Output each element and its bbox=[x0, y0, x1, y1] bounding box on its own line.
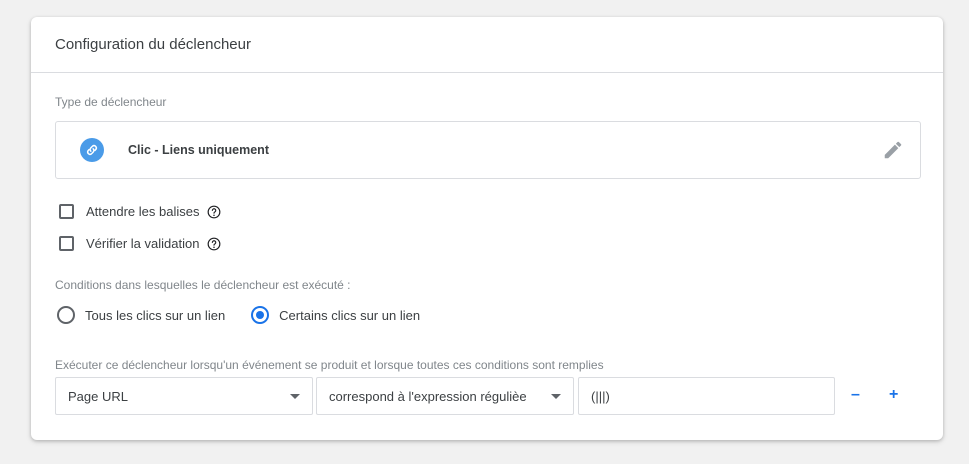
wait-tags-label: Attendre les balises bbox=[86, 204, 200, 219]
variable-select[interactable]: Page URL bbox=[55, 377, 313, 415]
radio-all-clicks-button[interactable] bbox=[57, 306, 75, 324]
check-validation-checkbox[interactable] bbox=[59, 236, 74, 251]
card-header: Configuration du déclencheur bbox=[31, 17, 943, 73]
filter-label: Exécuter ce déclencheur lorsqu'un événem… bbox=[55, 358, 604, 372]
trigger-type-name: Clic - Liens uniquement bbox=[128, 143, 269, 157]
check-validation-label: Vérifier la validation bbox=[86, 236, 200, 251]
pencil-icon[interactable] bbox=[882, 139, 904, 161]
variable-select-value: Page URL bbox=[68, 388, 128, 404]
dropdown-arrow-icon bbox=[290, 394, 300, 399]
add-condition-button[interactable]: + bbox=[889, 385, 898, 405]
trigger-config-card: Configuration du déclencheur Type de déc… bbox=[31, 17, 943, 440]
remove-condition-button[interactable]: – bbox=[851, 385, 860, 405]
conditions-label: Conditions dans lesquelles le déclencheu… bbox=[55, 278, 351, 292]
conditions-radio-group: Tous les clics sur un lien Certains clic… bbox=[57, 306, 420, 324]
radio-all-clicks[interactable]: Tous les clics sur un lien bbox=[57, 306, 225, 324]
value-input[interactable]: (|||) bbox=[578, 377, 835, 415]
option-check-validation: Vérifier la validation bbox=[59, 236, 221, 251]
operator-select[interactable]: correspond à l'expression régulièe bbox=[316, 377, 574, 415]
link-icon bbox=[80, 138, 104, 162]
operator-select-value: correspond à l'expression régulièe bbox=[329, 388, 527, 404]
wait-tags-checkbox[interactable] bbox=[59, 204, 74, 219]
help-icon[interactable] bbox=[207, 237, 221, 251]
value-input-text: (|||) bbox=[591, 388, 610, 404]
option-wait-tags: Attendre les balises bbox=[59, 204, 221, 219]
help-icon[interactable] bbox=[207, 205, 221, 219]
radio-some-clicks-button[interactable] bbox=[251, 306, 270, 324]
card-title: Configuration du déclencheur bbox=[55, 36, 251, 53]
radio-all-clicks-label: Tous les clics sur un lien bbox=[85, 307, 226, 323]
dropdown-arrow-icon bbox=[551, 394, 561, 399]
trigger-type-label: Type de déclencheur bbox=[55, 95, 167, 109]
radio-some-clicks-label: Certains clics sur un lien bbox=[279, 307, 421, 323]
trigger-type-box[interactable]: Clic - Liens uniquement bbox=[55, 121, 921, 179]
radio-some-clicks[interactable]: Certains clics sur un lien bbox=[251, 306, 420, 324]
